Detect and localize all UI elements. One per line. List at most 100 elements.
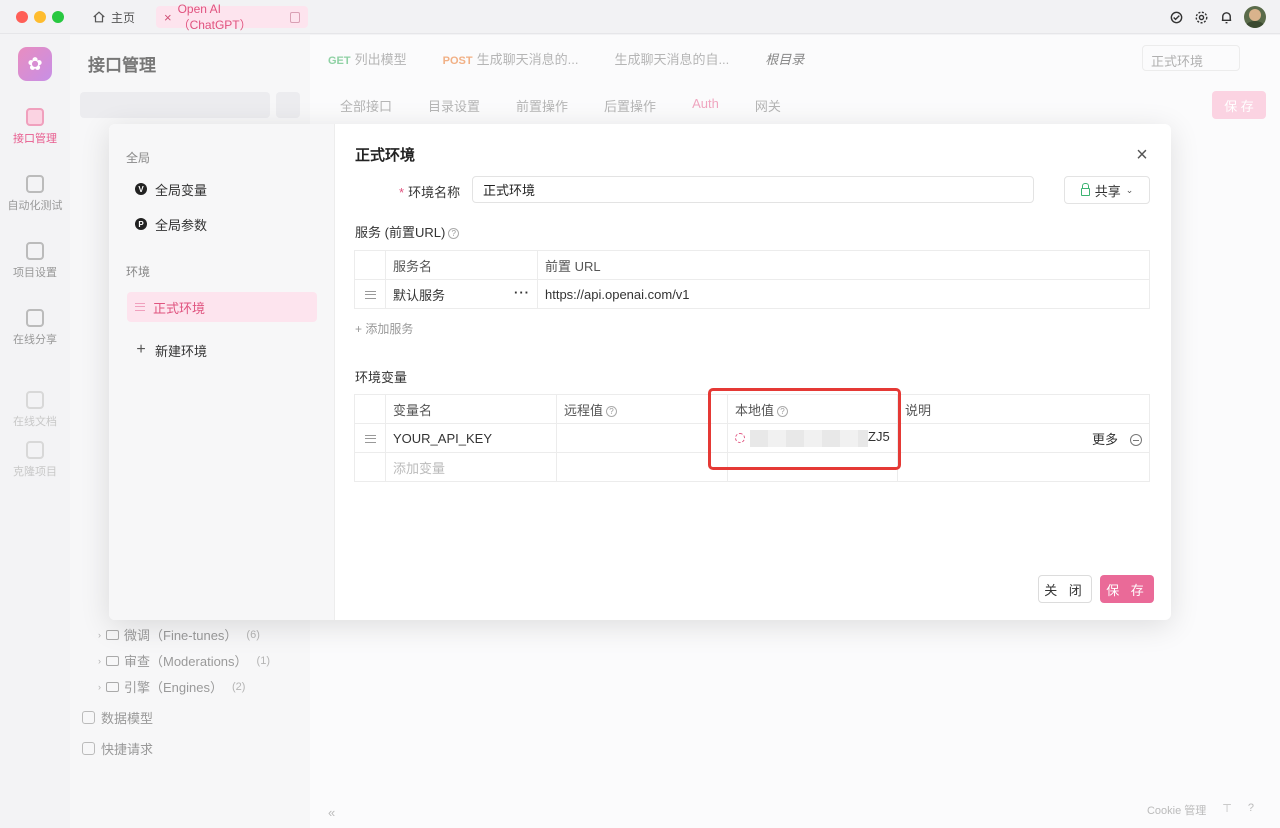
- sync-icon[interactable]: [1169, 10, 1184, 25]
- share-button[interactable]: 共享 ⌄: [1064, 176, 1150, 204]
- help-icon[interactable]: ?: [448, 228, 460, 239]
- subtab-all[interactable]: 全部接口: [340, 96, 392, 115]
- sync-icon[interactable]: [735, 433, 745, 444]
- local-value-cell[interactable]: ZJ5: [727, 423, 898, 453]
- main-save-button[interactable]: 保 存: [1212, 91, 1266, 119]
- search-input[interactable]: [80, 92, 270, 118]
- global-variables-item[interactable]: V 全局变量: [127, 174, 317, 204]
- folder-subtabs: 全部接口 目录设置 前置操作 后置操作 Auth 网关: [340, 96, 781, 115]
- tree-item-moderations[interactable]: › 审查（Moderations） (1): [98, 651, 270, 670]
- more-icon[interactable]: ···: [514, 285, 530, 300]
- nav-item-clone-project[interactable]: 克隆项目: [0, 441, 70, 479]
- tree-item-count: (6): [246, 628, 260, 641]
- request-tab[interactable]: GET 列出模型: [328, 49, 407, 73]
- sidebar-title: 接口管理: [88, 56, 156, 75]
- collapse-sidebar-icon[interactable]: «: [328, 805, 335, 820]
- table-row: YOUR_API_KEY ZJ5 更多: [354, 423, 1150, 453]
- env-item-production[interactable]: 正式环境: [127, 292, 317, 322]
- service-name-cell[interactable]: 默认服务 ···: [385, 279, 538, 309]
- nav-item-automation-test[interactable]: 自动化测试: [0, 175, 70, 213]
- gear-icon[interactable]: [1194, 10, 1209, 25]
- footer-actions: Cookie 管理 ⊤ ?: [1147, 802, 1254, 818]
- settings-icon: [26, 242, 44, 260]
- modal-title: 正式环境: [355, 147, 416, 164]
- add-button[interactable]: [276, 92, 300, 118]
- drag-handle-icon[interactable]: [364, 435, 376, 444]
- bell-icon[interactable]: [1219, 10, 1234, 25]
- nav-item-online-docs[interactable]: 在线文档: [0, 391, 70, 429]
- global-heading: 全局: [126, 151, 151, 165]
- close-button[interactable]: 关 闭: [1038, 575, 1092, 603]
- subtab-post-ops[interactable]: 后置操作: [604, 96, 656, 115]
- new-environment-label: 新建环境: [155, 343, 208, 359]
- service-url-cell[interactable]: https://api.openai.com/v1: [537, 279, 1150, 309]
- environment-modal: 全局 V 全局变量 P 全局参数 环境 正式环境 + 新建环境 正式环境 × *…: [109, 124, 1171, 620]
- avatar[interactable]: [1244, 6, 1266, 28]
- close-icon[interactable]: ×: [1133, 145, 1151, 165]
- quick-request-label: 快捷请求: [101, 742, 154, 757]
- titlebar-actions: [1169, 6, 1266, 28]
- env-item-label: 正式环境: [153, 300, 206, 316]
- help-icon[interactable]: ?: [777, 405, 789, 417]
- global-params-item[interactable]: P 全局参数: [127, 209, 317, 239]
- more-button[interactable]: 更多: [1092, 432, 1118, 447]
- env-name-input[interactable]: [472, 176, 1034, 203]
- data-model-icon: [82, 711, 95, 724]
- quick-request-link[interactable]: 快捷请求: [82, 739, 153, 758]
- book-icon: [26, 391, 44, 409]
- nav-item-label: 在线分享: [13, 334, 57, 346]
- description-cell[interactable]: 更多: [897, 423, 1150, 453]
- add-service-button[interactable]: + 添加服务: [355, 320, 413, 337]
- minimize-window-button[interactable]: [34, 11, 46, 23]
- nav-item-project-settings[interactable]: 项目设置: [0, 242, 70, 280]
- subtab-gateway[interactable]: 网关: [755, 96, 781, 115]
- close-tab-icon[interactable]: ×: [164, 10, 172, 25]
- variable-icon: V: [135, 183, 147, 195]
- subtab-auth[interactable]: Auth: [692, 96, 719, 115]
- chevron-down-icon: ⌄: [1125, 184, 1134, 195]
- request-tab[interactable]: 生成聊天消息的自...: [614, 49, 729, 73]
- nav-item-label: 在线文档: [13, 416, 57, 428]
- quick-request-icon: [82, 742, 95, 755]
- table-header-row: 服务名 前置 URL: [354, 250, 1150, 280]
- shirt-icon[interactable]: ⊤: [1222, 802, 1232, 818]
- close-window-button[interactable]: [16, 11, 28, 23]
- drag-handle-icon[interactable]: [364, 291, 376, 300]
- left-nav: ✿ 接口管理 自动化测试 项目设置 在线分享 在线文档 克隆项目: [0, 35, 70, 828]
- request-tab-root[interactable]: 根目录: [765, 49, 804, 73]
- add-variable-input[interactable]: 添加变量: [385, 452, 557, 482]
- drag-handle-icon[interactable]: [135, 303, 145, 311]
- openai-logo-icon[interactable]: ✿: [18, 47, 52, 81]
- help-icon[interactable]: ?: [606, 405, 618, 417]
- env-name-label: * 环境名称: [399, 185, 461, 200]
- copy-icon: [26, 441, 44, 459]
- tree-item-fine-tunes[interactable]: › 微调（Fine-tunes） (6): [98, 625, 260, 644]
- env-heading: 环境: [126, 265, 151, 279]
- nav-item-label: 项目设置: [13, 267, 57, 279]
- data-model-label: 数据模型: [101, 711, 154, 726]
- home-tab[interactable]: 主页: [92, 6, 135, 28]
- maximize-window-button[interactable]: [52, 11, 64, 23]
- request-tabs: GET 列出模型 POST 生成聊天消息的... 生成聊天消息的自... 根目录: [310, 49, 804, 73]
- save-button[interactable]: 保 存: [1100, 575, 1154, 603]
- nav-item-online-share[interactable]: 在线分享: [0, 309, 70, 347]
- request-tab[interactable]: POST 生成聊天消息的...: [443, 49, 579, 73]
- environment-select[interactable]: 正式环境: [1142, 45, 1240, 71]
- tree-item-engines[interactable]: › 引擎（Engines） (2): [98, 677, 245, 696]
- var-name-cell[interactable]: YOUR_API_KEY: [385, 423, 557, 453]
- nav-item-api-management[interactable]: 接口管理: [0, 108, 70, 146]
- subtab-pre-ops[interactable]: 前置操作: [516, 96, 568, 115]
- data-model-link[interactable]: 数据模型: [82, 708, 153, 727]
- subtab-folder-settings[interactable]: 目录设置: [428, 96, 480, 115]
- column-header: 前置 URL: [537, 250, 1150, 280]
- nav-item-label: 克隆项目: [13, 466, 57, 478]
- project-tab[interactable]: × Open AI（ChatGPT）: [156, 2, 308, 32]
- duplicate-tab-icon[interactable]: [289, 11, 300, 23]
- new-environment-button[interactable]: + 新建环境: [127, 335, 317, 365]
- cookie-manager-link[interactable]: Cookie 管理: [1147, 802, 1206, 818]
- remove-row-icon[interactable]: [1130, 434, 1142, 447]
- remote-value-cell[interactable]: [556, 423, 728, 453]
- help-icon[interactable]: ?: [1248, 802, 1254, 818]
- folder-icon: [106, 681, 119, 692]
- unlock-icon: [1080, 182, 1090, 196]
